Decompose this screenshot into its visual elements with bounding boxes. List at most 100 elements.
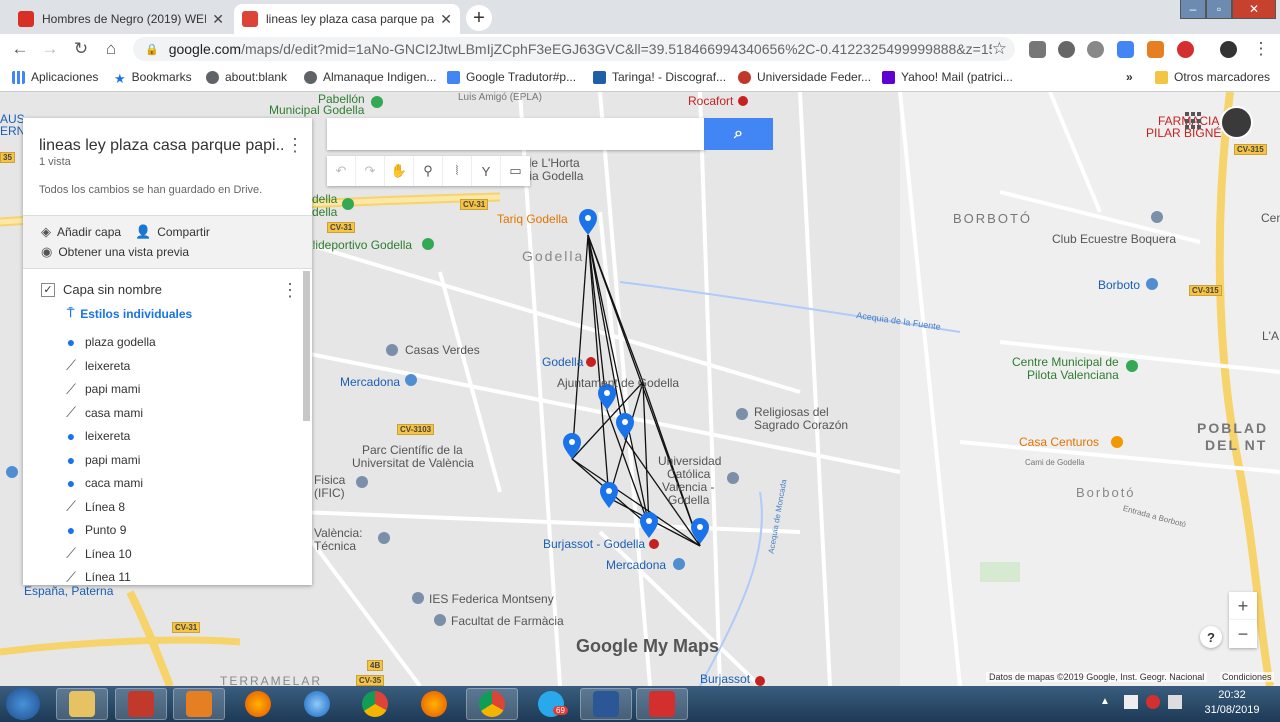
bookmark-yahoo[interactable]: Yahoo! Mail (patrici... [882,70,1013,84]
bookmarks-overflow-button[interactable]: » [1126,70,1133,84]
map-label[interactable]: Religiosas del [754,405,829,419]
map-label[interactable]: Mercadona [606,558,666,572]
account-avatar[interactable] [1220,106,1253,139]
extension-icon[interactable] [1147,41,1164,58]
terms-link[interactable]: Condiciones [1220,672,1274,682]
map-label[interactable]: Fisica [314,473,345,487]
profile-avatar[interactable] [1220,41,1237,58]
close-tab-icon[interactable]: ✕ [440,11,452,28]
bookmark-taringa[interactable]: Taringa! - Discograf... [593,70,726,84]
back-button[interactable]: ← [9,38,31,60]
reload-button[interactable]: ↻ [70,38,92,60]
translate-icon[interactable] [1117,41,1134,58]
taskbar-telegram[interactable]: 69 [525,688,577,720]
bookmark-other[interactable]: Otros marcadores [1155,70,1270,84]
taskbar-word[interactable] [580,688,632,720]
map-label[interactable]: olideportivo Godella [306,238,412,252]
browser-menu-button[interactable]: ⋮ [1250,38,1272,60]
map-label[interactable]: Universidad [658,454,721,468]
share-button[interactable]: 👤 Compartir [135,224,210,240]
bookmark-almanaque[interactable]: Almanaque Indigen... [304,70,436,84]
map-label[interactable]: Mercadona [340,375,400,389]
map-label[interactable]: IES Federica Montseny [429,592,554,606]
map-label[interactable]: Técnica [314,539,356,553]
zoom-in-button[interactable]: + [1229,592,1257,620]
map-label[interactable]: della [312,205,337,219]
bookmark-apps[interactable]: Aplicaciones [12,70,98,84]
individual-styles-link[interactable]: ⍑ Estilos individuales [67,306,192,321]
draw-line-button[interactable]: ⦚ [443,156,472,186]
taskbar-ie[interactable] [291,688,343,720]
address-bar[interactable]: 🔒 google.com/maps/d/edit?mid=1aNo-GNCI2J… [133,37,1015,61]
taskbar-chrome[interactable] [349,688,401,720]
extension-icon[interactable] [1029,41,1046,58]
taskbar-acrobat[interactable] [636,688,688,720]
tray-expand-icon[interactable]: ▲ [1100,696,1110,707]
adblock-icon[interactable] [1177,41,1194,58]
layer-checkbox[interactable]: ✓ [41,282,55,297]
layer-item[interactable]: ⟋ papi mami [63,379,140,399]
mail-tray-icon[interactable] [1146,695,1160,709]
map-label[interactable]: Godella [542,355,583,369]
layer-item[interactable]: ● Punto 9 [63,520,127,540]
map-label[interactable]: Pabellón [318,92,365,106]
extension-icon[interactable] [1058,41,1075,58]
map-label[interactable]: Rocafort [688,94,733,108]
layer-item[interactable]: ● plaza godella [63,332,156,352]
map-label[interactable]: Casas Verdes [405,343,480,357]
layer-item[interactable]: ⟋ casa mami [63,403,143,423]
taskbar-media[interactable] [173,688,225,720]
taskbar-app[interactable] [115,688,167,720]
map-label[interactable]: Burjassot - Godella [543,537,645,551]
map-label[interactable]: Sagrado Corazón [754,418,848,432]
forward-button[interactable]: → [39,38,61,60]
google-apps-icon[interactable] [1185,112,1203,130]
bookmark-universidade[interactable]: Universidade Feder... [738,70,871,84]
layer-item[interactable]: ⟋ Línea 11 [63,567,131,585]
layer-item[interactable]: ● leixereta [63,426,131,446]
map-options-icon[interactable]: ⋮ [286,135,304,156]
map-label[interactable]: Borboto [1098,278,1140,292]
close-tab-icon[interactable]: ✕ [212,11,224,28]
panel-scrollbar[interactable] [303,271,310,421]
search-button[interactable]: ⌕ [704,118,773,150]
close-window-button[interactable]: ✕ [1232,0,1276,19]
map-title[interactable]: lineas ley plaza casa parque papi... [39,137,284,155]
taskbar-firefox[interactable] [232,688,284,720]
map-label[interactable]: Cem [1261,211,1280,225]
map-label[interactable]: Godella [668,493,709,507]
map-label[interactable]: Ajuntament de Godella [557,376,679,390]
minimize-button[interactable]: – [1180,0,1206,19]
home-button[interactable]: ⌂ [100,38,122,60]
start-button[interactable] [6,688,40,720]
map-label[interactable]: Universitat de València [352,456,474,470]
map-label[interactable]: PILAR BIGNÉ [1146,126,1221,140]
bookmark-bookmarks[interactable]: ★ Bookmarks [114,70,192,86]
layer-item[interactable]: ● papi mami [63,450,141,470]
map-label[interactable]: España, Paterna [24,584,113,598]
map-label[interactable]: Facultat de Farmàcia [451,614,564,628]
layer-options-icon[interactable]: ⋮ [281,280,299,301]
tab-mymaps[interactable]: lineas ley plaza casa parque papi ✕ [234,4,460,34]
add-layer-button[interactable]: ◈ Añadir capa [41,224,121,240]
tab-hombres-de-negro[interactable]: Hombres de Negro (2019) WEB-( ✕ [10,4,232,34]
bookmark-about-blank[interactable]: about:blank [206,70,287,84]
zoom-out-button[interactable]: − [1229,620,1257,648]
help-button[interactable]: ? [1200,626,1222,648]
taskbar-explorer[interactable] [56,688,108,720]
bookmark-star-icon[interactable]: ☆ [992,39,1007,59]
measure-button[interactable]: ▭ [501,156,530,186]
maximize-button[interactable]: ▫ [1206,0,1232,19]
layer-header[interactable]: ✓ Capa sin nombre [41,282,162,297]
map-label[interactable]: Casa Centuros [1019,435,1099,449]
layer-item[interactable]: ⟋ Línea 10 [63,544,132,564]
taskbar-chrome-active[interactable] [466,688,518,720]
undo-button[interactable]: ↶ [327,156,356,186]
map-label[interactable]: Centre Municipal de [1012,355,1119,369]
network-icon[interactable] [1168,695,1182,709]
hand-tool-button[interactable]: ✋ [385,156,414,186]
system-clock[interactable]: 20:32 31/08/2019 [1192,688,1272,718]
extension-icon[interactable] [1087,41,1104,58]
bookmark-tradutor[interactable]: Google Tradutor#p... [447,70,576,84]
map-label[interactable]: Valencia - [662,480,714,494]
